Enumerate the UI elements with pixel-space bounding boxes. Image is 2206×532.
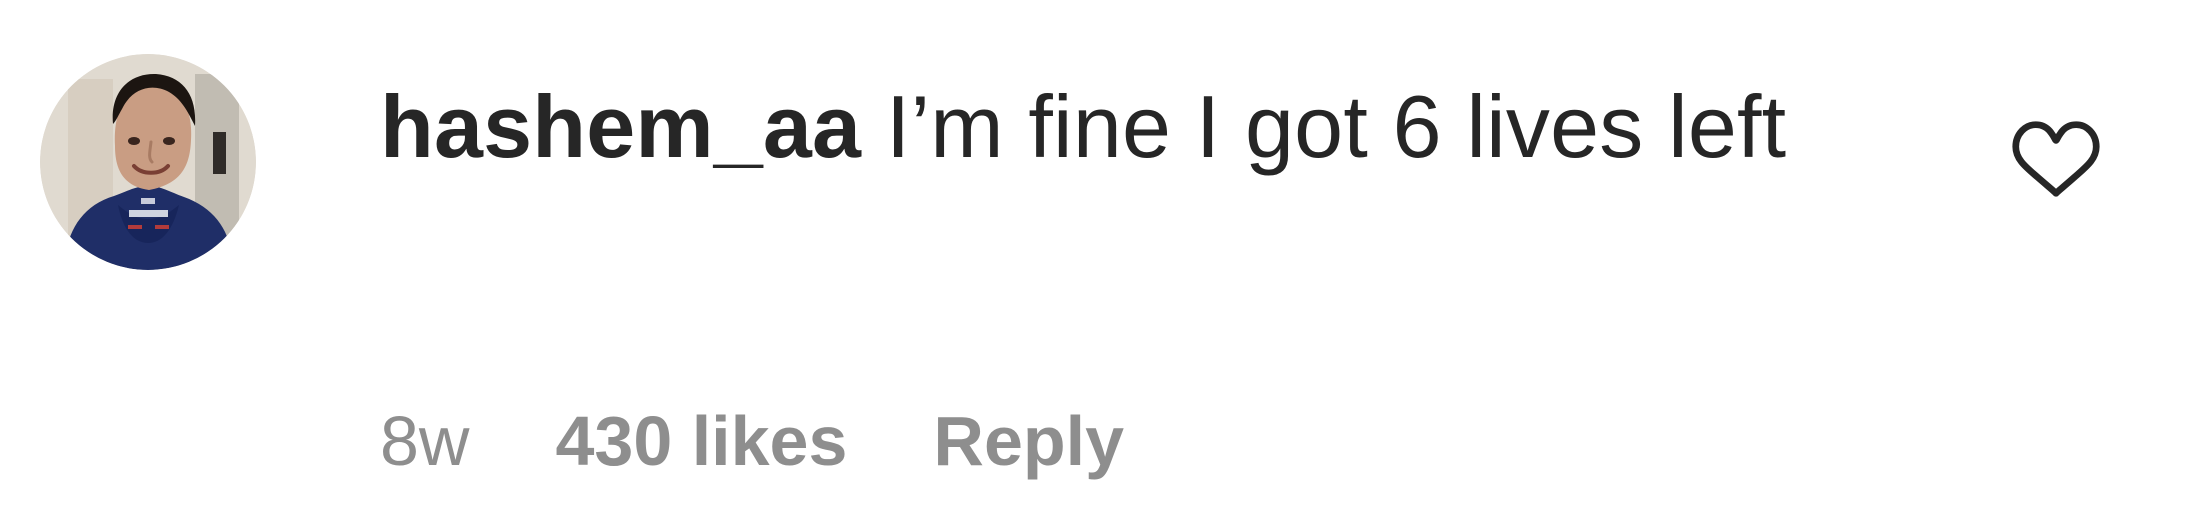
- heart-outline-icon: [2012, 121, 2100, 197]
- comment-item: hashem_aa I’m fine I got 6 lives left 8w…: [0, 0, 2206, 532]
- comment-meta: 8w 430 likes Reply: [380, 396, 1124, 486]
- comment-timestamp[interactable]: 8w: [380, 401, 469, 481]
- comment-likes-count[interactable]: 430 likes: [555, 401, 847, 481]
- comment-body: hashem_aa I’m fine I got 6 lives left: [380, 68, 1820, 185]
- comment-username[interactable]: hashem_aa: [380, 77, 861, 176]
- user-avatar-photo: [40, 54, 256, 270]
- avatar[interactable]: [40, 54, 256, 270]
- like-button[interactable]: [2010, 113, 2102, 205]
- reply-button[interactable]: Reply: [933, 401, 1124, 481]
- comment-text: I’m fine I got 6 lives left: [885, 77, 1787, 176]
